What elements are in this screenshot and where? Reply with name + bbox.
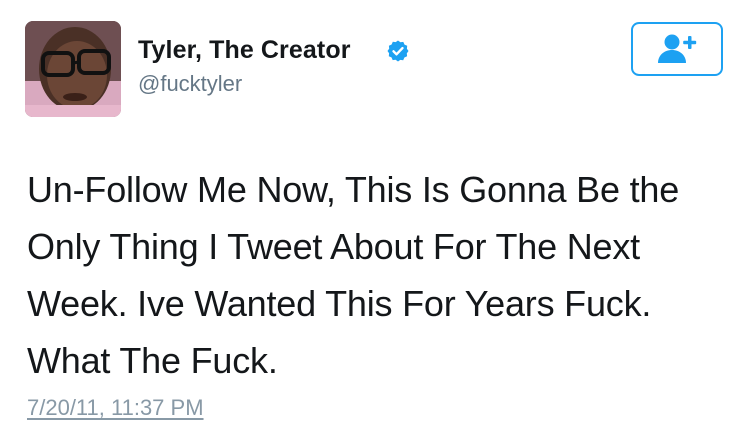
tweet-timestamp[interactable]: 7/20/11, 11:37 PM (27, 395, 204, 421)
display-name[interactable]: Tyler, The Creator (138, 36, 351, 65)
tweet-text-line: Only Thing I Tweet About For The Next (27, 226, 640, 267)
add-user-icon (658, 34, 697, 63)
tweet-card: Tyler, The Creator @fucktyler Un-Follow … (0, 0, 749, 430)
username-handle[interactable]: @fucktyler (138, 71, 242, 97)
follow-button[interactable] (631, 22, 723, 76)
tweet-text-line: Un-Follow Me Now, This Is Gonna Be the (27, 169, 680, 210)
tweet-text-line: What The Fuck. (27, 340, 278, 381)
tweet-text: Un-Follow Me Now, This Is Gonna Be the O… (27, 161, 727, 389)
avatar[interactable] (25, 21, 121, 117)
verified-badge-icon (386, 39, 410, 63)
tweet-text-line: Week. Ive Wanted This For Years Fuck. (27, 283, 652, 324)
avatar-photo (25, 21, 121, 117)
